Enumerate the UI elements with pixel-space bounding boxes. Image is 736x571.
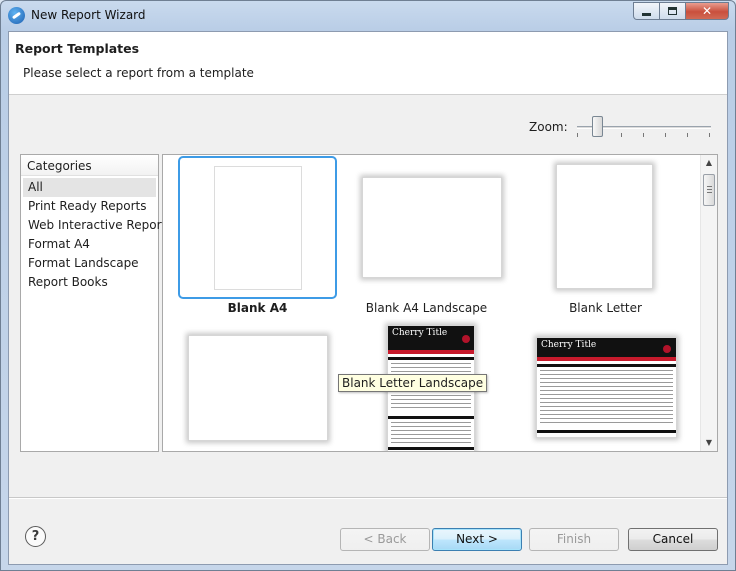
close-icon: ✕ — [701, 4, 713, 18]
template-tile-blank-letter-landscape[interactable] — [178, 323, 337, 451]
cancel-button[interactable]: Cancel — [628, 528, 718, 551]
page-description: Please select a report from a template — [23, 66, 254, 80]
close-button[interactable]: ✕ — [685, 2, 729, 20]
cherry-section-line — [388, 357, 474, 360]
finish-button[interactable]: Finish — [529, 528, 619, 551]
cherry-icon — [462, 335, 470, 343]
scroll-up-icon[interactable]: ▲ — [701, 155, 717, 171]
page-title: Report Templates — [15, 41, 140, 56]
button-bar-separator — [9, 497, 727, 499]
cherry-title-text: Cherry Title — [541, 340, 597, 350]
template-thumbnail — [188, 335, 328, 441]
minimize-icon — [642, 12, 651, 16]
scroll-thumb[interactable] — [703, 174, 715, 206]
template-thumbnail — [214, 166, 302, 290]
category-item-format-landscape[interactable]: Format Landscape — [21, 254, 158, 273]
cherry-icon — [663, 345, 671, 353]
app-icon — [8, 7, 25, 24]
maximize-icon — [668, 7, 677, 15]
template-label-blank-a4-landscape[interactable]: Blank A4 Landscape — [347, 301, 506, 315]
title-bar[interactable]: New Report Wizard ✕ — [1, 1, 735, 31]
scroll-down-icon[interactable]: ▼ — [701, 435, 717, 451]
cherry-section-line — [537, 364, 676, 367]
cherry-title-text: Cherry Title — [392, 328, 448, 338]
categories-header: Categories — [21, 155, 158, 176]
cherry-red-bar — [537, 357, 676, 361]
category-item-format-a4[interactable]: Format A4 — [21, 235, 158, 254]
window-title: New Report Wizard — [31, 8, 146, 22]
cherry-section-line — [388, 416, 474, 419]
wizard-header: Report Templates Please select a report … — [9, 32, 727, 95]
cherry-header-band: Cherry Title — [537, 338, 676, 357]
cherry-red-bar — [388, 350, 474, 354]
back-button[interactable]: < Back — [340, 528, 430, 551]
maximize-button[interactable] — [659, 2, 686, 20]
template-label-blank-letter[interactable]: Blank Letter — [526, 301, 685, 315]
cherry-header-band: Cherry Title — [388, 326, 474, 350]
template-tile-blank-a4[interactable] — [178, 156, 337, 299]
template-thumbnail — [362, 177, 502, 278]
tooltip: Blank Letter Landscape — [338, 374, 488, 392]
category-item-web-interactive-reports[interactable]: Web Interactive Reports — [21, 216, 172, 235]
zoom-slider-thumb[interactable] — [592, 116, 603, 137]
wizard-window: New Report Wizard ✕ Report Templates Ple… — [0, 0, 736, 571]
category-item-report-books[interactable]: Report Books — [21, 273, 158, 292]
window-controls: ✕ — [633, 2, 729, 20]
template-tile-blank-letter[interactable] — [526, 156, 685, 299]
zoom-label: Zoom: — [529, 120, 568, 134]
minimize-button[interactable] — [633, 2, 660, 20]
cherry-data-rows — [391, 422, 471, 444]
category-item-print-ready-reports[interactable]: Print Ready Reports — [21, 197, 158, 216]
help-button[interactable]: ? — [25, 526, 46, 547]
cherry-section-line — [388, 447, 474, 450]
template-tile-blank-a4-landscape[interactable] — [347, 156, 506, 299]
category-item-all[interactable]: All — [23, 178, 156, 197]
next-button[interactable]: Next > — [432, 528, 522, 551]
template-tile-cherry-landscape[interactable]: Cherry Title — [526, 323, 685, 451]
categories-list: Categories All Print Ready Reports Web I… — [20, 154, 172, 452]
template-label-blank-a4[interactable]: Blank A4 — [178, 301, 337, 315]
template-gallery: Blank A4 Blank A4 Landscape Blank Letter… — [162, 154, 718, 452]
zoom-slider[interactable] — [577, 116, 711, 138]
template-thumbnail — [556, 164, 653, 289]
cherry-landscape-thumbnail: Cherry Title — [536, 337, 677, 438]
gallery-scrollbar[interactable]: ▲ ▼ — [700, 155, 717, 451]
cherry-section-line — [537, 430, 676, 433]
dialog-content: Report Templates Please select a report … — [8, 31, 728, 565]
cherry-data-rows — [540, 370, 673, 426]
